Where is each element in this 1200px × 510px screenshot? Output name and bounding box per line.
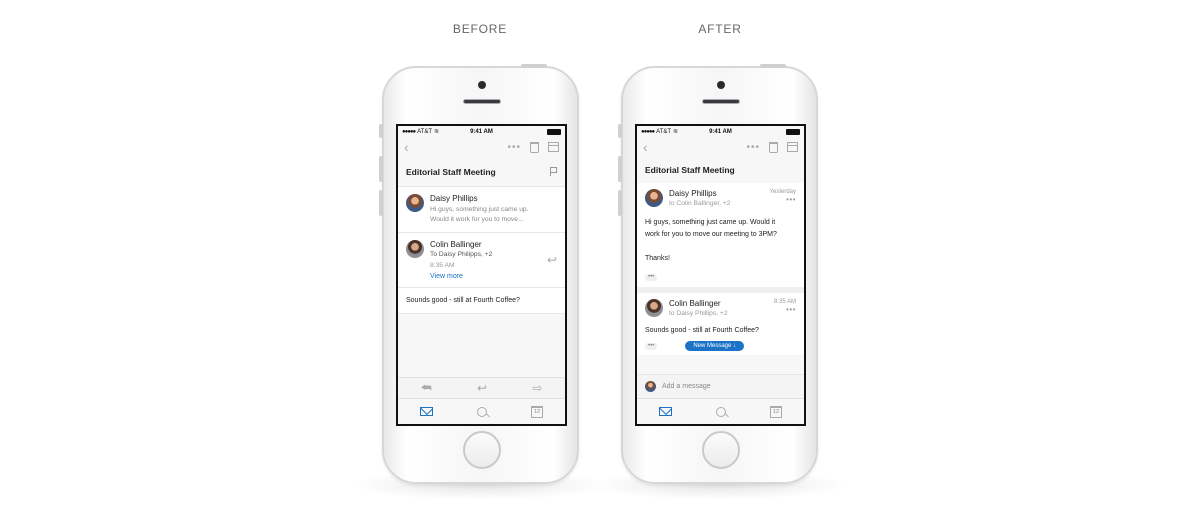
view-more-link[interactable]: View more xyxy=(430,273,541,280)
tab-bar: 12 xyxy=(637,398,804,424)
avatar xyxy=(645,299,663,317)
calendar-icon[interactable]: 12 xyxy=(531,405,543,418)
new-message-button[interactable]: New Message ↓ xyxy=(685,341,744,351)
camera xyxy=(478,81,486,89)
volume-up-button xyxy=(618,156,622,182)
subject-bar: Editorial Staff Meeting xyxy=(637,157,804,183)
phone-after: ●●●●● AT&T ≋ 9:41 AM ‹ ••• Editorial Sta… xyxy=(618,64,818,484)
recipients: To Daisy Philipps, +2 xyxy=(430,251,493,258)
preview-line: Hi guys, something just came up. xyxy=(430,206,529,213)
back-icon[interactable]: ‹ xyxy=(643,139,648,155)
mute-switch xyxy=(379,124,383,138)
avatar xyxy=(645,189,663,207)
status-bar: ●●●●● AT&T ≋ 9:41 AM xyxy=(637,126,804,137)
body-line: work for you to move our meeting to 3PM? xyxy=(645,231,777,238)
more-icon[interactable]: ••• xyxy=(507,142,521,153)
search-icon[interactable] xyxy=(477,406,487,417)
screen-before: ●●●●● AT&T ≋ 9:41 AM ‹ ••• Editorial Sta… xyxy=(396,124,567,426)
trash-icon[interactable] xyxy=(769,141,778,153)
message-body: Sounds good - still at Fourth Coffee? xyxy=(645,327,759,334)
body-line: Hi guys, something just came up. Would i… xyxy=(645,219,776,226)
subject-bar: Editorial Staff Meeting xyxy=(398,157,565,187)
forward-icon[interactable]: ⇨ xyxy=(532,381,542,395)
nav-bar: ‹ ••• xyxy=(398,137,565,157)
mail-icon[interactable] xyxy=(420,407,433,416)
mute-switch xyxy=(618,124,622,138)
search-icon[interactable] xyxy=(716,406,726,417)
message-body: Hi guys, something just came up. Would i… xyxy=(645,217,796,265)
status-time: 9:41 AM xyxy=(470,128,493,135)
message-item[interactable]: Colin Ballinger To Daisy Philipps, +2 8:… xyxy=(398,233,565,288)
power-button xyxy=(760,64,786,68)
speaker xyxy=(463,99,501,104)
reply-icon[interactable]: ↩ xyxy=(547,253,557,267)
subject-title: Editorial Staff Meeting xyxy=(645,165,735,175)
before-label: BEFORE xyxy=(452,22,508,36)
nav-bar: ‹ ••• xyxy=(637,137,804,157)
avatar xyxy=(645,381,656,392)
flag-icon[interactable] xyxy=(550,167,557,176)
speaker xyxy=(702,99,740,104)
status-time: 9:41 AM xyxy=(709,128,732,135)
recipients: to Colin Ballinger, +2 xyxy=(669,200,731,207)
expand-quoted-icon[interactable]: ••• xyxy=(645,342,658,350)
archive-icon[interactable] xyxy=(787,142,798,152)
sender-name: Colin Ballinger xyxy=(430,240,482,249)
conversation-message[interactable]: Colin Ballinger to Daisy Phillips, +2 8:… xyxy=(637,293,804,355)
message-preview: Hi guys, something just came up. Would i… xyxy=(430,205,557,225)
avatar xyxy=(406,194,424,212)
expand-quoted-icon[interactable]: ••• xyxy=(645,274,658,281)
trash-icon[interactable] xyxy=(530,141,539,153)
phone-before: ●●●●● AT&T ≋ 9:41 AM ‹ ••• Editorial Sta… xyxy=(379,64,579,484)
sender-name: Colin Ballinger xyxy=(669,299,721,308)
back-icon[interactable]: ‹ xyxy=(404,139,409,155)
screen-after: ●●●●● AT&T ≋ 9:41 AM ‹ ••• Editorial Sta… xyxy=(635,124,806,426)
more-icon[interactable]: ••• xyxy=(770,195,796,204)
more-icon[interactable]: ••• xyxy=(774,305,796,314)
home-button xyxy=(702,431,740,469)
sender-name: Daisy Phillips xyxy=(669,189,717,198)
message-item[interactable]: Daisy Phillips Hi guys, something just c… xyxy=(398,187,565,233)
avatar xyxy=(406,240,424,258)
reply-all-icon[interactable]: ⮪ xyxy=(421,381,432,396)
volume-up-button xyxy=(379,156,383,182)
message-time: 8:35 AM xyxy=(430,262,455,269)
message-actions: ⮪ ↩ ⇨ xyxy=(398,377,565,398)
sender-name: Daisy Phillips xyxy=(430,194,478,203)
power-button xyxy=(521,64,547,68)
volume-down-button xyxy=(379,190,383,216)
archive-icon[interactable] xyxy=(548,142,559,152)
add-message-input[interactable]: Add a message xyxy=(662,383,711,390)
reply-icon[interactable]: ↩ xyxy=(477,381,487,395)
status-bar: ●●●●● AT&T ≋ 9:41 AM xyxy=(398,126,565,137)
body-line: Thanks! xyxy=(645,255,670,262)
home-button xyxy=(463,431,501,469)
conversation-message[interactable]: Daisy Phillips to Colin Ballinger, +2 Ye… xyxy=(637,183,804,293)
recipients: to Daisy Phillips, +2 xyxy=(669,310,728,317)
message-body: Sounds good - still at Fourth Coffee? xyxy=(398,288,565,314)
compose-bar[interactable]: Add a message xyxy=(637,374,804,398)
subject-title: Editorial Staff Meeting xyxy=(406,166,496,177)
more-icon[interactable]: ••• xyxy=(746,142,760,153)
tab-bar: 12 xyxy=(398,398,565,424)
after-label: AFTER xyxy=(698,22,742,36)
preview-line: Would it work for you to move... xyxy=(430,216,524,223)
mail-icon[interactable] xyxy=(659,407,672,416)
volume-down-button xyxy=(618,190,622,216)
camera xyxy=(717,81,725,89)
calendar-icon[interactable]: 12 xyxy=(770,405,782,418)
